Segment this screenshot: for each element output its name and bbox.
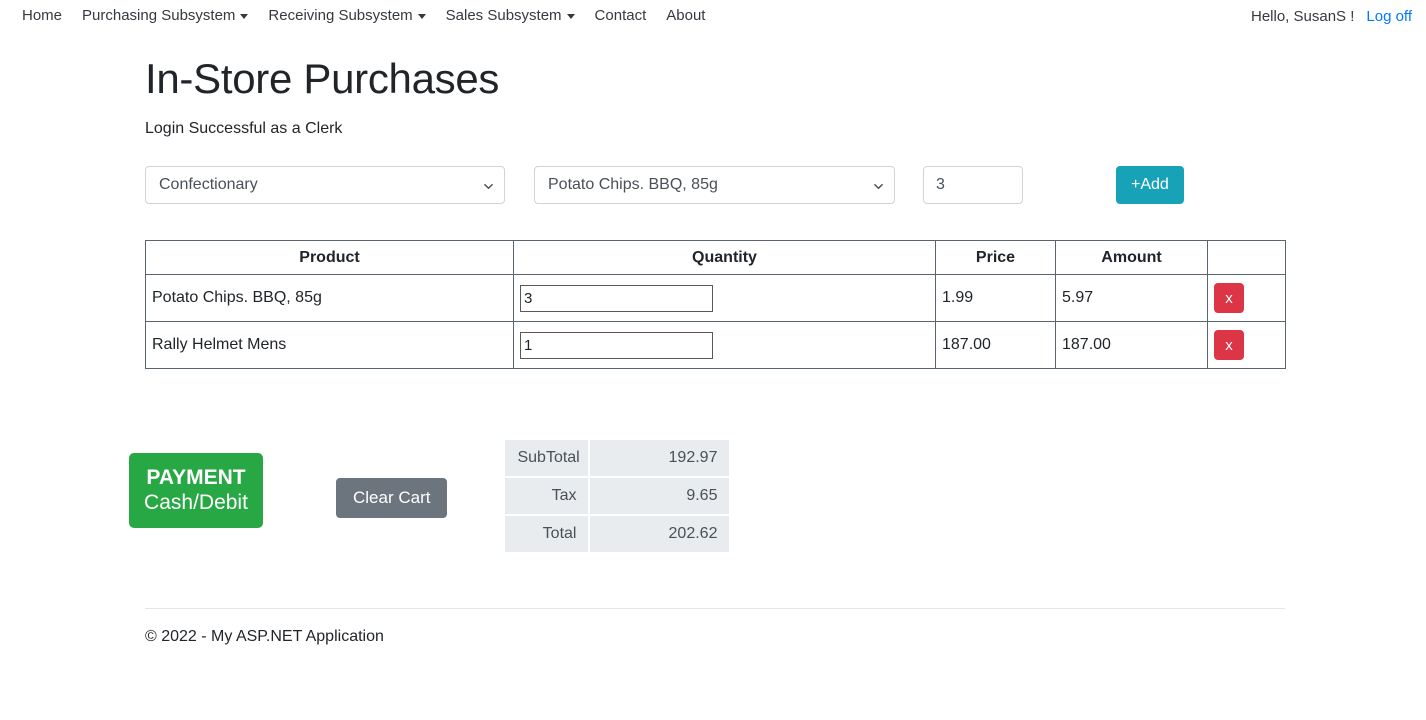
checkout-actions: PAYMENT Cash/Debit Clear Cart SubTotal 1… [129, 429, 1281, 554]
table-row: Potato Chips. BBQ, 85g 1.99 5.97 x [145, 274, 1286, 323]
row-quantity-input[interactable] [520, 331, 713, 359]
nav-item-sales-subsystem-label: Sales Subsystem [445, 7, 562, 24]
add-item-form: Confectionary Potato Chips. BBQ, 85g +Ad… [145, 166, 1281, 205]
cell-quantity [513, 321, 936, 370]
column-header-product: Product [145, 240, 514, 276]
table-header-row: Product Quantity Price Amount [145, 240, 1286, 276]
quantity-input[interactable] [923, 166, 1023, 205]
total-value: 202.62 [589, 515, 731, 554]
nav-item-receiving-subsystem-label: Receiving Subsystem [268, 7, 413, 24]
nav-item-purchasing-subsystem-label: Purchasing Subsystem [82, 7, 236, 24]
column-header-quantity: Quantity [513, 240, 936, 276]
clear-cart-button[interactable]: Clear Cart [336, 478, 448, 519]
remove-row-button[interactable]: x [1214, 283, 1244, 314]
page-subtitle: Login Successful as a Clerk [145, 120, 343, 138]
main-container: In-Store Purchases Login Successful as a… [129, 54, 1293, 645]
totals-table-body: SubTotal 192.97 Tax 9.65 Total 202.62 [504, 439, 731, 554]
chevron-down-icon [484, 184, 493, 190]
footer-copyright: © 2022 - My ASP.NET Application [145, 628, 384, 645]
cell-actions: x [1207, 321, 1286, 370]
nav-item-purchasing-subsystem[interactable]: Purchasing Subsystem [72, 7, 258, 25]
total-label: Total [504, 515, 590, 554]
footer-divider [145, 608, 1285, 609]
log-off-link[interactable]: Log off [1366, 8, 1412, 25]
column-header-price: Price [935, 240, 1056, 276]
category-select-value: Confectionary [159, 176, 258, 194]
chevron-down-icon [566, 13, 575, 19]
tax-label: Tax [504, 477, 590, 516]
cell-actions: x [1207, 274, 1286, 323]
column-header-actions [1207, 240, 1286, 276]
remove-row-button[interactable]: x [1214, 330, 1244, 361]
column-header-amount: Amount [1055, 240, 1208, 276]
payment-button[interactable]: PAYMENT Cash/Debit [129, 453, 263, 529]
chevron-down-icon [417, 13, 426, 19]
payment-button-line2: Cash/Debit [144, 491, 248, 515]
totals-row-subtotal: SubTotal 192.97 [504, 439, 731, 478]
subtotal-label: SubTotal [504, 439, 590, 478]
navbar-links: Home Purchasing Subsystem Receiving Subs… [12, 7, 715, 25]
cell-product: Potato Chips. BBQ, 85g [145, 274, 514, 323]
category-select[interactable]: Confectionary [145, 166, 505, 205]
nav-item-contact-label: Contact [594, 7, 647, 24]
main-navbar: Home Purchasing Subsystem Receiving Subs… [0, 0, 1426, 32]
cart-table: Product Quantity Price Amount Potato Chi… [145, 240, 1286, 370]
nav-item-about-label: About [666, 7, 706, 24]
product-select[interactable]: Potato Chips. BBQ, 85g [534, 166, 895, 205]
cell-price: 1.99 [935, 274, 1056, 323]
table-row: Rally Helmet Mens 187.00 187.00 x [145, 321, 1286, 370]
totals-row-tax: Tax 9.65 [504, 477, 731, 516]
nav-item-about[interactable]: About [656, 7, 715, 25]
nav-item-home-label: Home [22, 7, 63, 24]
cart-table-head: Product Quantity Price Amount [145, 240, 1286, 276]
nav-item-receiving-subsystem[interactable]: Receiving Subsystem [258, 7, 435, 25]
subtotal-value: 192.97 [589, 439, 731, 478]
cell-price: 187.00 [935, 321, 1056, 370]
navbar-user-area: Hello, SusanS ! Log off [1251, 8, 1412, 25]
cell-product: Rally Helmet Mens [145, 321, 514, 370]
totals-table: SubTotal 192.97 Tax 9.65 Total 202.62 [504, 439, 731, 554]
chevron-down-icon [874, 184, 883, 190]
cell-amount: 5.97 [1055, 274, 1208, 323]
cart-table-body: Potato Chips. BBQ, 85g 1.99 5.97 x Rally… [145, 274, 1286, 370]
nav-item-contact[interactable]: Contact [585, 7, 657, 25]
tax-value: 9.65 [589, 477, 731, 516]
cell-quantity [513, 274, 936, 323]
cell-amount: 187.00 [1055, 321, 1208, 370]
chevron-down-icon [240, 13, 249, 19]
page-title: In-Store Purchases [145, 55, 500, 102]
nav-item-home[interactable]: Home [12, 7, 72, 25]
user-greeting: Hello, SusanS ! [1251, 7, 1355, 25]
nav-item-sales-subsystem[interactable]: Sales Subsystem [436, 7, 585, 25]
totals-row-total: Total 202.62 [504, 515, 731, 554]
add-button[interactable]: +Add [1116, 166, 1184, 205]
payment-button-line1: PAYMENT [146, 466, 246, 490]
product-select-value: Potato Chips. BBQ, 85g [548, 176, 718, 194]
row-quantity-input[interactable] [520, 284, 713, 312]
